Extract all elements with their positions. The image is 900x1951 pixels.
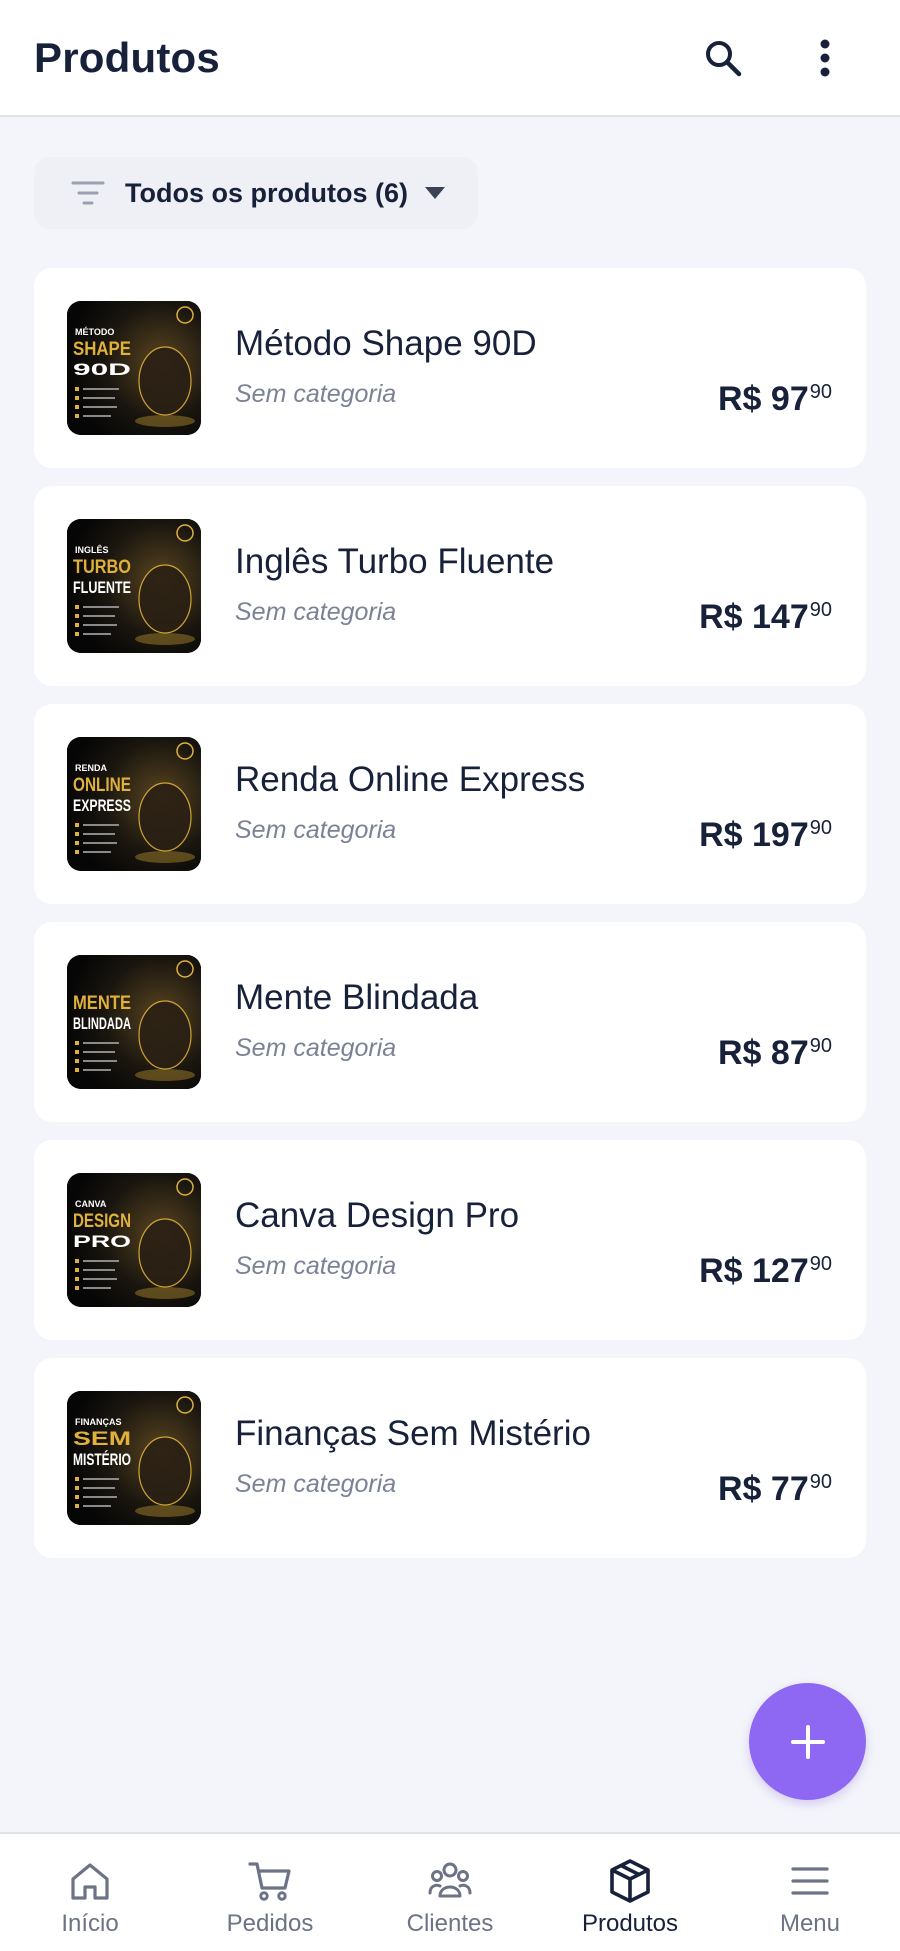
nav-label: Clientes <box>406 1910 494 1937</box>
home-icon <box>71 1863 109 1900</box>
price-currency: R$ <box>718 1470 762 1508</box>
price-integer: 197 <box>752 816 809 854</box>
nav-item-produtos[interactable]: Produtos <box>540 1834 720 1951</box>
users-icon <box>428 1862 472 1898</box>
product-category: Sem categoria <box>235 380 397 408</box>
thumb-text: MÉTODO <box>75 327 114 337</box>
product-card[interactable]: MENTE BLINDADA Mente Blindada Sem categoria… <box>34 922 866 1122</box>
product-card[interactable]: MÉTODO SHAPE 90D Método Shape 90D Sem catego… <box>34 268 866 468</box>
price-integer: 97 <box>770 380 809 418</box>
product-name: Inglês Turbo Fluente <box>235 542 555 581</box>
more-vertical-icon <box>820 39 830 77</box>
product-name: Mente Blindada <box>235 978 479 1017</box>
price-currency: R$ <box>718 1034 762 1072</box>
product-thumbnail: CANVA DESIGN PRO <box>67 1173 201 1307</box>
product-thumbnail: INGLÊS TURBO FLUENTE <box>67 519 201 653</box>
product-name: Canva Design Pro <box>235 1196 520 1235</box>
thumb-text: EXPRESS <box>73 796 131 815</box>
thumb-text: BLINDADA <box>73 1014 131 1033</box>
price-cents: 90 <box>809 381 832 403</box>
price-currency: R$ <box>699 598 743 636</box>
product-category: Sem categoria <box>235 598 397 626</box>
price-cents: 90 <box>809 817 832 839</box>
product-category: Sem categoria <box>235 1470 397 1498</box>
product-thumbnail: MENTE BLINDADA <box>67 955 201 1089</box>
thumb-text: MENTE <box>73 993 131 1014</box>
price-currency: R$ <box>699 1252 743 1290</box>
thumb-text: SEM <box>73 1429 131 1450</box>
product-price: R$ 9790 <box>718 380 832 419</box>
product-price: R$ 14790 <box>699 598 832 637</box>
filter-icon <box>71 181 105 205</box>
product-category: Sem categoria <box>235 1252 397 1280</box>
product-card[interactable]: FINANÇAS SEM MISTÉRIO Finanças Sem Mistério… <box>34 1358 866 1558</box>
price-integer: 87 <box>770 1034 809 1072</box>
product-price: R$ 7790 <box>718 1470 832 1509</box>
product-price: R$ 8790 <box>718 1034 832 1073</box>
bottom-navigation: Início Pedidos Clientes Produtos Menu <box>0 1832 900 1951</box>
price-cents: 90 <box>809 1253 832 1275</box>
product-thumbnail: RENDA ONLINE EXPRESS <box>67 737 201 871</box>
page-title: Produtos <box>34 34 220 81</box>
thumb-text: MISTÉRIO <box>73 1450 131 1469</box>
app-header: Produtos <box>0 0 900 117</box>
nav-label: Início <box>61 1910 119 1937</box>
search-button[interactable] <box>695 30 751 86</box>
thumb-text: TURBO <box>73 557 131 578</box>
add-product-button[interactable] <box>749 1683 866 1800</box>
thumb-text: CANVA <box>75 1199 107 1209</box>
product-name: Finanças Sem Mistério <box>235 1414 591 1453</box>
cart-icon <box>248 1862 291 1901</box>
nav-label: Pedidos <box>226 1910 314 1937</box>
product-category: Sem categoria <box>235 1034 397 1062</box>
product-filter-dropdown[interactable]: Todos os produtos (6) <box>34 157 478 229</box>
nav-item-clientes[interactable]: Clientes <box>360 1834 540 1951</box>
thumb-text: PRO <box>73 1232 131 1251</box>
nav-item-pedidos[interactable]: Pedidos <box>180 1834 360 1951</box>
more-options-button[interactable] <box>797 30 853 86</box>
nav-label: Produtos <box>581 1910 679 1937</box>
nav-item-menu[interactable]: Menu <box>720 1834 900 1951</box>
thumb-text: ONLINE <box>73 775 131 796</box>
product-price: R$ 19790 <box>699 816 832 855</box>
thumb-text: DESIGN <box>73 1211 131 1232</box>
thumb-text: SHAPE <box>73 339 131 360</box>
plus-icon <box>790 1724 825 1759</box>
nav-item-inicio[interactable]: Início <box>0 1834 180 1951</box>
price-currency: R$ <box>699 816 743 854</box>
product-price: R$ 12790 <box>699 1252 832 1291</box>
price-cents: 90 <box>809 1035 832 1057</box>
price-currency: R$ <box>718 380 762 418</box>
product-thumbnail: MÉTODO SHAPE 90D <box>67 301 201 435</box>
price-cents: 90 <box>809 599 832 621</box>
filter-label: Todos os produtos (6) <box>125 177 408 208</box>
thumb-text: FINANÇAS <box>75 1417 122 1427</box>
nav-label: Menu <box>779 1910 841 1937</box>
menu-icon <box>791 1867 829 1895</box>
product-name: Método Shape 90D <box>235 324 537 363</box>
product-card[interactable]: CANVA DESIGN PRO Canva Design Pro Sem catego… <box>34 1140 866 1340</box>
thumb-text: FLUENTE <box>73 578 131 597</box>
thumb-text: INGLÊS <box>75 544 109 555</box>
product-name: Renda Online Express <box>235 760 586 799</box>
product-card[interactable]: RENDA ONLINE EXPRESS Renda Online Express Se… <box>34 704 866 904</box>
product-thumbnail: FINANÇAS SEM MISTÉRIO <box>67 1391 201 1525</box>
box-icon <box>610 1859 650 1903</box>
product-card[interactable]: INGLÊS TURBO FLUENTE Inglês Turbo Fluente Se… <box>34 486 866 686</box>
search-icon <box>706 41 742 77</box>
caret-down-icon <box>424 187 445 199</box>
price-integer: 127 <box>752 1252 809 1290</box>
thumb-text: 90D <box>73 360 131 379</box>
price-cents: 90 <box>809 1471 832 1493</box>
price-integer: 147 <box>752 598 809 636</box>
thumb-text: RENDA <box>75 763 108 773</box>
price-integer: 77 <box>770 1470 809 1508</box>
product-category: Sem categoria <box>235 816 397 844</box>
